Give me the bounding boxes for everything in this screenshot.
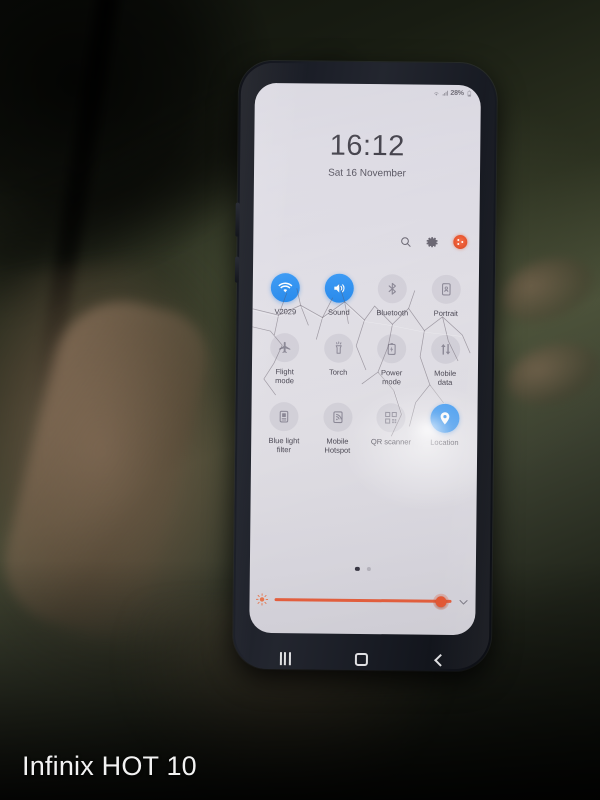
more-options-icon[interactable]: [453, 234, 468, 250]
location-pin-icon: [440, 412, 450, 425]
back-button[interactable]: [418, 648, 458, 672]
hotspot-icon: [333, 411, 343, 424]
lock-clock: 16:12 Sat 16 November: [254, 129, 480, 180]
tile-bluetooth[interactable]: Bluetooth: [366, 274, 420, 318]
wifi-icon: [278, 282, 293, 293]
tile-wifi[interactable]: V2029: [259, 273, 313, 317]
tile-icon-wrapper: [431, 274, 461, 304]
tile-sound[interactable]: Sound: [312, 273, 366, 317]
watermark: Infinix HOT 10: [22, 751, 197, 782]
status-bar: 28%: [432, 90, 472, 97]
back-icon: [433, 653, 447, 667]
power-mode-icon: [387, 343, 396, 355]
airplane-icon: [279, 341, 291, 353]
qr-scanner-icon: [385, 411, 398, 424]
tile-icon-wrapper: [269, 402, 299, 432]
search-icon[interactable]: [399, 235, 412, 248]
tile-location[interactable]: Location: [418, 403, 472, 457]
tile-label: Torch: [328, 367, 348, 377]
tile-mobile-data[interactable]: Mobile data: [418, 334, 472, 388]
brightness-sun-icon: [255, 593, 269, 606]
brightness-knob[interactable]: [435, 595, 447, 607]
sound-icon: [334, 283, 345, 293]
quick-settings-grid: V2029 Sound Bluetooth Portrait Flight mo…: [257, 273, 473, 456]
brightness-row: [255, 593, 469, 608]
battery-percent-label: 28%: [450, 89, 464, 98]
tile-icon-wrapper: [430, 334, 461, 364]
navigation-bar: [247, 641, 477, 677]
tile-label: V2029: [274, 307, 297, 317]
tile-icon-wrapper: [270, 333, 300, 363]
tile-label: Blue light filter: [268, 435, 300, 455]
tile-mobile-hotspot[interactable]: Mobile Hotspot: [311, 402, 365, 455]
portrait-icon: [441, 283, 451, 296]
bluetooth-icon: [388, 282, 397, 295]
signal-status-icon: [442, 90, 448, 96]
battery-status-icon: [467, 90, 472, 97]
watermark-brand: Infinix: [22, 751, 94, 781]
quick-settings-header-icons: [399, 234, 468, 250]
phone-device: 28% 16:12 Sat 16 November V2029 Sound Bl…: [232, 60, 498, 672]
tile-label: Mobile Hotspot: [324, 436, 351, 455]
tile-label: QR scanner: [370, 437, 412, 447]
brightness-track: [274, 597, 452, 604]
watermark-model: HOT 10: [101, 751, 197, 781]
tile-label: Power mode: [380, 368, 403, 387]
wifi-status-icon: [433, 92, 439, 96]
tile-label: Bluetooth: [376, 308, 409, 318]
recents-button[interactable]: [265, 646, 305, 670]
tile-icon-wrapper: [377, 334, 407, 364]
tile-label: Portrait: [433, 308, 458, 318]
tile-blue-light-filter[interactable]: Blue light filter: [257, 402, 311, 455]
brightness-slider[interactable]: [274, 593, 452, 608]
page-indicator: [250, 565, 476, 572]
tile-portrait[interactable]: Portrait: [419, 274, 473, 319]
phone-screen: 28% 16:12 Sat 16 November V2029 Sound Bl…: [249, 82, 481, 636]
volume-button[interactable]: [235, 202, 240, 237]
tile-icon-wrapper: [324, 273, 354, 303]
tile-torch[interactable]: Torch: [311, 333, 365, 386]
tile-icon-wrapper: [270, 273, 301, 303]
tile-label: Sound: [327, 307, 350, 317]
tile-qr-scanner[interactable]: QR scanner: [364, 403, 418, 456]
home-button[interactable]: [342, 647, 382, 671]
clock-time: 16:12: [329, 129, 406, 163]
tile-icon-wrapper: [377, 274, 408, 304]
page-dot-2[interactable]: [366, 566, 371, 572]
tile-icon-wrapper: [376, 403, 406, 433]
gear-icon[interactable]: [426, 235, 439, 248]
home-icon: [355, 652, 369, 666]
tile-label: Flight mode: [275, 367, 295, 386]
chevron-down-icon[interactable]: [457, 595, 469, 607]
tile-label: Location: [430, 437, 459, 447]
tile-icon-wrapper: [430, 403, 460, 433]
blue-light-icon: [279, 410, 289, 423]
tile-flight-mode[interactable]: Flight mode: [258, 333, 312, 386]
mobile-data-icon: [440, 344, 451, 355]
bixby-button[interactable]: [234, 256, 240, 283]
tile-icon-wrapper: [323, 402, 353, 432]
tile-power-mode[interactable]: Power mode: [365, 334, 419, 387]
page-dot-1[interactable]: [354, 566, 360, 571]
tile-label: Mobile data: [434, 368, 457, 387]
clock-date: Sat 16 November: [328, 167, 406, 180]
tile-icon-wrapper: [323, 333, 354, 363]
torch-icon: [335, 341, 342, 354]
recents-icon: [279, 651, 291, 665]
